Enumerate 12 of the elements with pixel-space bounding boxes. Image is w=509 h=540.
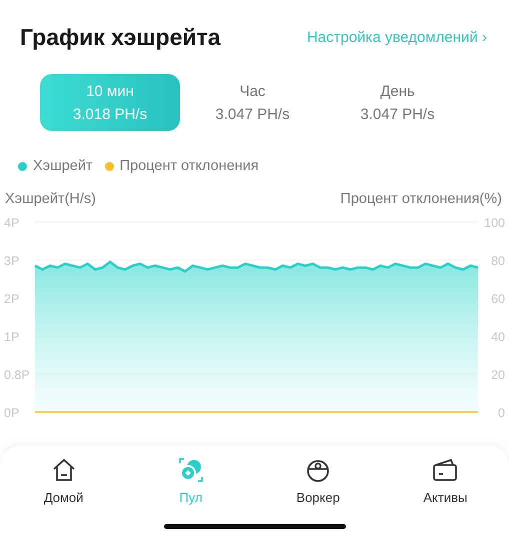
axis-title: Хэшрейт(H/s)	[5, 191, 96, 207]
nav-tab[interactable]: Активы	[400, 456, 490, 505]
wallet-icon	[431, 456, 460, 484]
axis-title: Процент отклонения(%)	[340, 191, 502, 207]
period-tab[interactable]: Час 3.047 PH/s	[180, 74, 325, 131]
coins-icon	[176, 456, 205, 484]
legend-label: Процент отклонения	[120, 158, 259, 174]
legend-label: Хэшрейт	[33, 158, 93, 174]
page-title: График хэшрейта	[20, 24, 221, 50]
nav-tab[interactable]: Домой	[18, 456, 109, 505]
nav-tab[interactable]: Воркер	[273, 456, 364, 505]
period-tab[interactable]: День 3.047 PH/s	[325, 74, 470, 131]
